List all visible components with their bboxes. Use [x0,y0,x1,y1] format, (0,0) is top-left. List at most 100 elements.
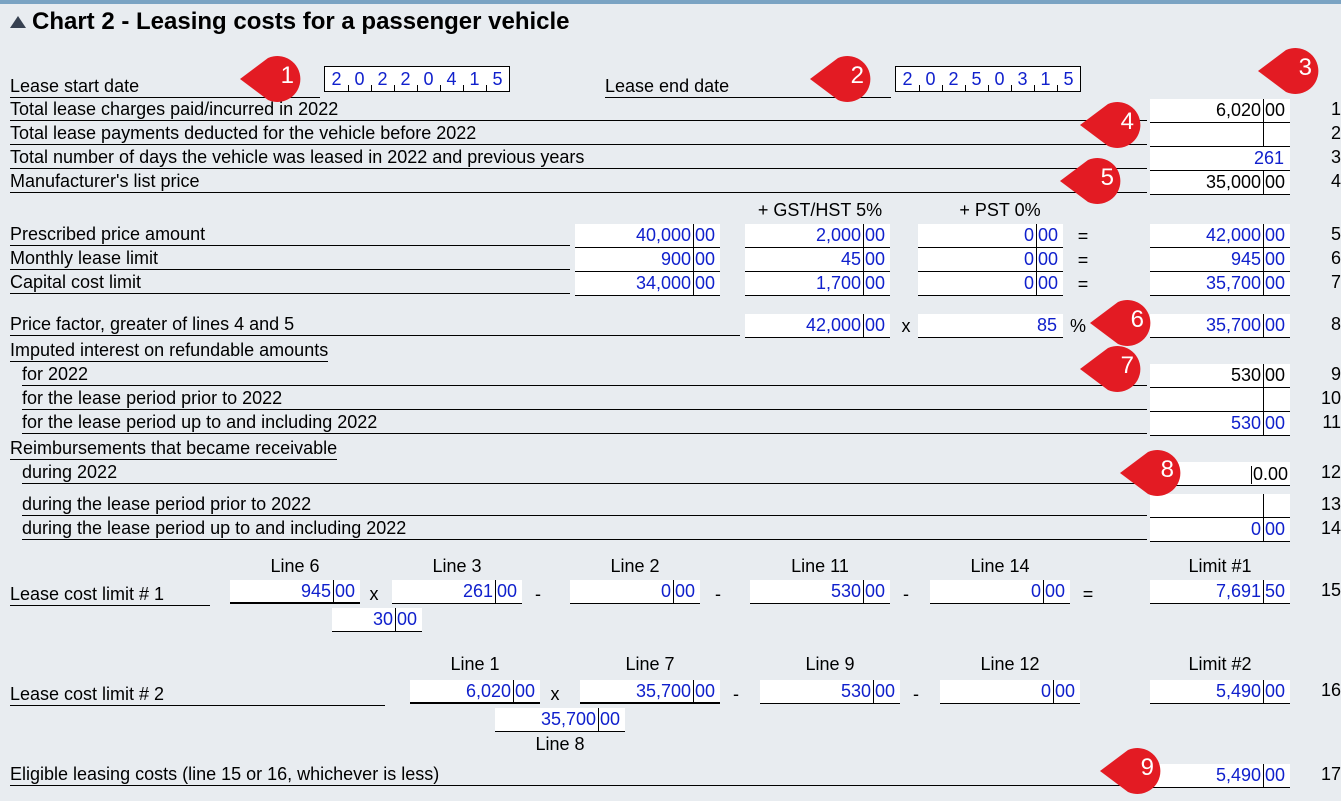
lineno-14: 14 [1319,518,1341,539]
hdr-l12: Line 12 [940,654,1080,675]
line5-total: 42,00000 [1150,224,1290,248]
hdr-l11: Line 11 [750,556,890,577]
line14-total: 000 [1150,518,1290,542]
callout-8: 8 [1120,448,1186,498]
label-reimb-hdr: Reimbursements that became receivable [10,438,337,460]
lease-start-date[interactable]: 20220415 [324,66,510,92]
lc2-total: 5,49000 [1150,680,1290,704]
label-line-9: for 2022 [22,364,1147,386]
line17-total: 5,49000 [1150,764,1290,788]
label-line-14: during the lease period up to and includ… [22,518,1147,540]
label-lc2: Lease cost limit # 2 [10,684,385,706]
line11-total: 53000 [1150,412,1290,436]
lc1-l2: 000 [570,580,700,604]
label-line-3: Total number of days the vehicle was lea… [10,147,1147,169]
collapse-icon[interactable] [10,16,26,28]
label-line-2: Total lease payments deducted for the ve… [10,123,1147,145]
lineno-3: 3 [1319,147,1341,168]
lc1-total: 7,69150 [1150,580,1290,604]
hdr-lim1: Limit #1 [1150,556,1290,577]
lineno-8: 8 [1319,314,1341,335]
label-line-7: Capital cost limit [10,272,570,294]
lineno-5: 5 [1319,224,1341,245]
lc1-l6: 94500 [230,580,360,604]
hdr-l8: Line 8 [495,734,625,755]
label-imputed-hdr: Imputed interest on refundable amounts [10,340,328,362]
label-line-13: during the lease period prior to 2022 [22,494,1147,516]
lineno-17: 17 [1319,764,1341,785]
hdr-l6: Line 6 [230,556,360,577]
label-line-11: for the lease period up to and including… [22,412,1147,434]
input-line-1[interactable]: 6,02000 [1150,99,1290,123]
gst-header: + GST/HST 5% [740,200,900,221]
lc2-l1: 6,02000 [410,680,540,704]
line7-total: 35,70000 [1150,272,1290,296]
lc1-l3: 26100 [392,580,522,604]
input-line-2[interactable] [1150,123,1290,147]
lc2-den: 35,70000 [495,708,625,732]
line7-gst: 1,70000 [745,272,890,296]
label-line-10: for the lease period prior to 2022 [22,388,1147,410]
lc1-l14: 000 [930,580,1070,604]
lineno-2: 2 [1319,123,1341,144]
lc2-l12: 000 [940,680,1080,704]
lineno-9: 9 [1319,364,1341,385]
callout-7: 7 [1080,344,1146,394]
lineno-4: 4 [1319,171,1341,192]
label-line-12: during 2022 [22,462,1147,484]
hdr-l7: Line 7 [580,654,720,675]
lease-end-date[interactable]: 20250315 [895,66,1081,92]
line8-a: 42,00000 [745,314,890,338]
lc1-l11: 53000 [750,580,890,604]
label-line-1: Total lease charges paid/incurred in 202… [10,99,1147,121]
input-line-10[interactable] [1150,388,1290,412]
lineno-15: 15 [1319,580,1341,601]
callout-5: 5 [1060,156,1126,206]
line7-pst: 000 [918,272,1063,296]
input-line-9[interactable]: 53000 [1150,364,1290,388]
line5-base: 40,00000 [575,224,720,248]
input-line-3[interactable]: 261 [1150,147,1290,171]
hdr-l9: Line 9 [760,654,900,675]
hdr-l3: Line 3 [392,556,522,577]
line8-pct: 85 [918,314,1063,338]
line6-total: 94500 [1150,248,1290,272]
label-line-17: Eligible leasing costs (line 15 or 16, w… [10,764,1147,786]
hdr-l1: Line 1 [410,654,540,675]
label-lc1: Lease cost limit # 1 [10,584,210,606]
label-line-8: Price factor, greater of lines 4 and 5 [10,314,740,336]
lineno-12: 12 [1319,462,1341,483]
input-line-4[interactable]: 35,00000 [1150,171,1290,195]
hdr-lim2: Limit #2 [1150,654,1290,675]
callout-9: 9 [1100,746,1166,796]
line8-total: 35,70000 [1150,314,1290,338]
lineno-6: 6 [1319,248,1341,269]
callout-2: 2 [810,54,876,104]
label-line-5: Prescribed price amount [10,224,570,246]
line7-base: 34,00000 [575,272,720,296]
lineno-7: 7 [1319,272,1341,293]
hdr-l2: Line 2 [570,556,700,577]
lc2-l7: 35,70000 [580,680,720,704]
callout-6: 6 [1090,298,1156,348]
label-line-6: Monthly lease limit [10,248,570,270]
hdr-l14: Line 14 [930,556,1070,577]
label-line-4: Manufacturer's list price [10,171,1147,193]
chart-title: Chart 2 - Leasing costs for a passenger … [32,8,570,36]
lc1-den: 3000 [332,608,422,632]
lineno-13: 13 [1319,494,1341,515]
lineno-1: 1 [1319,99,1341,120]
line6-base: 90000 [575,248,720,272]
lineno-11: 11 [1319,412,1341,433]
callout-3: 3 [1258,46,1324,96]
pst-header: + PST 0% [930,200,1070,221]
callout-4: 4 [1080,100,1146,150]
line6-pst: 000 [918,248,1063,272]
line5-pst: 000 [918,224,1063,248]
lineno-10: 10 [1319,388,1341,409]
line5-gst: 2,00000 [745,224,890,248]
callout-1: 1 [240,54,306,104]
lineno-16: 16 [1319,680,1341,701]
line6-gst: 4500 [745,248,890,272]
lc2-l9: 53000 [760,680,900,704]
